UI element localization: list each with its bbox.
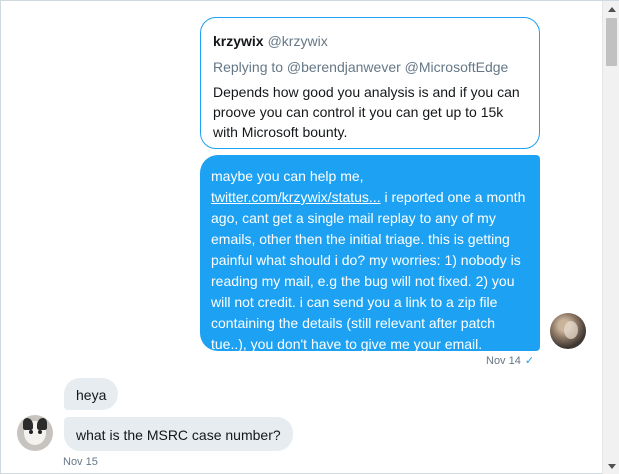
- own-avatar[interactable]: [550, 313, 586, 349]
- scroll-up-button[interactable]: [603, 1, 619, 18]
- sender-avatar[interactable]: [17, 415, 53, 451]
- outgoing-message-bubble: maybe you can help me, twitter.com/krzyw…: [200, 155, 540, 352]
- scrollbar-thumb[interactable]: [606, 18, 617, 66]
- scroll-down-button[interactable]: [603, 458, 619, 474]
- conversation-window: krzywix @krzywix Replying to @berendjanwe…: [0, 0, 619, 474]
- cat-ear-graphic: [37, 418, 47, 430]
- cat-ear-graphic: [23, 418, 33, 430]
- quoted-tweet-author-handle[interactable]: @krzywix: [268, 33, 328, 49]
- quoted-tweet-text: Depends how good you analysis is and if …: [213, 84, 520, 140]
- quoted-tweet-author-name[interactable]: krzywix: [213, 33, 264, 49]
- outgoing-message-text-body: i reported one a month ago, cant get a s…: [211, 189, 526, 352]
- checkmark-icon: ✓: [524, 355, 535, 367]
- quoted-tweet-header: krzywix @krzywix: [213, 32, 527, 50]
- outgoing-message-meta: Nov 14 ✓: [486, 354, 534, 367]
- quoted-tweet-card[interactable]: krzywix @krzywix Replying to @berendjanwe…: [200, 17, 540, 149]
- incoming-message-bubble: what is the MSRC case number?: [64, 417, 293, 451]
- arrow-down-icon: [607, 464, 616, 469]
- arrow-up-icon: [607, 7, 616, 12]
- incoming-message-bubble: heya: [64, 378, 119, 410]
- vertical-scrollbar[interactable]: [602, 1, 619, 474]
- cat-eye-graphic: [29, 430, 33, 434]
- tweet-link[interactable]: twitter.com/krzywix/status...: [211, 189, 381, 205]
- outgoing-message-text-intro: maybe you can help me,: [211, 168, 364, 184]
- outgoing-message-timestamp: Nov 14: [486, 355, 521, 367]
- incoming-message-timestamp: Nov 15: [63, 456, 98, 468]
- cat-eye-graphic: [38, 430, 42, 434]
- quoted-tweet-replying-to: Replying to @berendjanwever @MicrosoftEd…: [213, 59, 509, 75]
